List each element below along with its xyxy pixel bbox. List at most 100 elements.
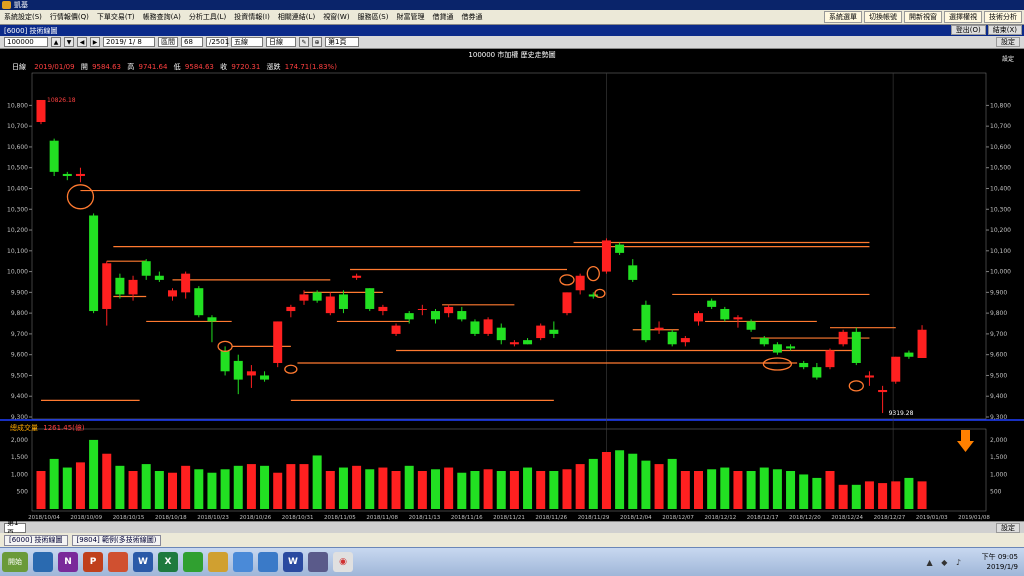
volume-bar	[312, 455, 322, 509]
chrome-icon[interactable]: ◉	[333, 552, 353, 572]
volume-bar	[168, 472, 177, 509]
candle-body	[483, 319, 493, 334]
candle-body	[89, 215, 99, 312]
candle-body	[536, 325, 546, 339]
count-input[interactable]: 68	[181, 37, 203, 47]
annotation-ellipse	[586, 266, 600, 282]
volume-tick-label-left: 500	[17, 489, 29, 496]
logout-button[interactable]: 登出(O)	[950, 25, 986, 35]
new-window-button[interactable]: 開新視窗	[904, 11, 942, 23]
bottom-page-select[interactable]: 第1頁	[4, 519, 26, 537]
price-tick-label-left: 9,500	[11, 372, 28, 379]
chart-bottom-strip: 第1頁 設定	[0, 519, 1024, 537]
volume-bar	[891, 481, 901, 509]
chart-area[interactable]: 10,800 10,800 10,700 10,700 10,600 10,600 10,5…	[0, 49, 1024, 521]
candle-body	[812, 367, 822, 378]
candle-body	[720, 308, 730, 320]
excel-icon[interactable]: X	[158, 552, 178, 572]
exit-button[interactable]: 結束(X)	[987, 25, 1022, 35]
date-input[interactable]: 2019/ 1/ 8	[103, 37, 155, 47]
menu-item-account[interactable]: 帳務查詢(A)	[139, 12, 185, 22]
files-icon[interactable]	[33, 552, 53, 572]
menu-item-window[interactable]: 視窗(W)	[319, 12, 353, 22]
chart-settings-label[interactable]: 設定	[1002, 55, 1014, 63]
volume-bar	[417, 471, 427, 509]
candle-body	[457, 311, 467, 320]
technical-analysis-button[interactable]: 技術分析	[984, 11, 1022, 23]
onenote-icon[interactable]: N	[58, 552, 78, 572]
price-tick-label-right: 10,200	[990, 227, 1011, 234]
candle-body	[75, 173, 85, 177]
switch-account-button[interactable]: 切換帳號	[864, 11, 902, 23]
draw-tool-icon[interactable]: ✎	[299, 37, 309, 47]
candle-body	[417, 308, 427, 310]
menu-item-quotes[interactable]: 行情報價(Q)	[46, 12, 93, 22]
volume-bar	[286, 464, 296, 509]
candle-body	[102, 263, 112, 309]
candle-body	[562, 292, 572, 314]
tray-icons[interactable]: ▲ ◆ ♪	[927, 558, 965, 567]
browser-icon[interactable]	[233, 552, 253, 572]
menu-item-analysis[interactable]: 分析工具(L)	[185, 12, 230, 22]
page-select[interactable]: 第1頁	[325, 37, 359, 47]
zoom-icon[interactable]: ⊕	[312, 37, 322, 47]
trading-app-icon[interactable]	[208, 552, 228, 572]
bottom-settings-button[interactable]: 設定	[996, 523, 1020, 533]
candle-body	[49, 140, 59, 172]
menu-item-info[interactable]: 投資情報(I)	[230, 12, 274, 22]
volume-info: 總成交量 1261.45(億)	[10, 423, 85, 432]
up-arrow-icon[interactable]: ▲	[51, 37, 61, 47]
candle-body	[378, 306, 388, 312]
candle-body	[917, 329, 927, 359]
candle-body	[523, 340, 533, 345]
volume-label: 總成交量	[10, 423, 38, 432]
menu-item-system[interactable]: 系統設定(S)	[0, 12, 46, 22]
candle-body	[851, 331, 861, 363]
volume-bar	[628, 453, 638, 509]
app-icon[interactable]	[108, 552, 128, 572]
price-tick-label-left: 9,700	[11, 331, 28, 338]
word-icon[interactable]: W	[133, 552, 153, 572]
app-icon-3[interactable]: W	[283, 552, 303, 572]
menu-item-wealth[interactable]: 財富管理	[392, 12, 428, 22]
tab-technical-chart[interactable]: [6000] 技術線圖	[4, 534, 68, 546]
menu-item-loan[interactable]: 借貸通	[428, 12, 457, 22]
menu-item-trade[interactable]: 下單交易(T)	[93, 12, 139, 22]
right-arrow-icon[interactable]: ▶	[90, 37, 100, 47]
app-icon-4[interactable]	[308, 552, 328, 572]
options-button[interactable]: 選擇權視	[944, 11, 982, 23]
settings-button[interactable]: 設定	[996, 37, 1020, 47]
window-header-title: [6000] 技術線圖	[4, 26, 58, 35]
menu-item-borrow[interactable]: 借券通	[457, 12, 486, 22]
tab-sample-chart[interactable]: [9804] 範例(多技術線圖)	[71, 534, 162, 546]
symbol-input[interactable]: 100000	[4, 37, 48, 47]
high-mark-label: 10826.18	[47, 97, 76, 104]
down-arrow-icon[interactable]: ▼	[64, 37, 74, 47]
candle-body	[391, 325, 401, 334]
app-icon-2[interactable]	[258, 552, 278, 572]
volume-bar	[825, 471, 835, 509]
price-tick-label-left: 9,800	[11, 310, 28, 317]
line-icon[interactable]	[183, 552, 203, 572]
left-arrow-icon[interactable]: ◀	[77, 37, 87, 47]
interval-select[interactable]: 日線	[266, 37, 296, 47]
chart-title: 100000 市加權 歷史走勢圖	[468, 50, 555, 59]
volume-bar	[786, 471, 796, 509]
ohlc-info: 日線 2019/01/09 開 9584.63 高 9741.64 低 9584…	[12, 62, 337, 71]
candle-body	[181, 273, 191, 293]
candle-body	[233, 360, 243, 380]
volume-bars	[36, 439, 927, 509]
menu-item-links[interactable]: 相關連結(L)	[274, 12, 319, 22]
powerpoint-icon[interactable]: P	[83, 552, 103, 572]
price-tick-label-left: 9,300	[11, 414, 28, 421]
candle-body	[654, 327, 664, 330]
info-interval: 日線	[12, 62, 26, 71]
menu-item-service[interactable]: 服務區(S)	[354, 12, 393, 22]
start-button[interactable]: 開始	[2, 552, 28, 572]
candlestick-chart[interactable]: 10,800 10,800 10,700 10,700 10,600 10,600 10,5…	[0, 49, 1024, 521]
annotation-ellipse	[284, 364, 298, 374]
candle-body	[786, 346, 796, 349]
system-menu-button[interactable]: 系統選單	[824, 11, 862, 23]
clock[interactable]: 下午 09:05 2019/1/9	[982, 552, 1018, 572]
period-select[interactable]: 五線	[231, 37, 263, 47]
